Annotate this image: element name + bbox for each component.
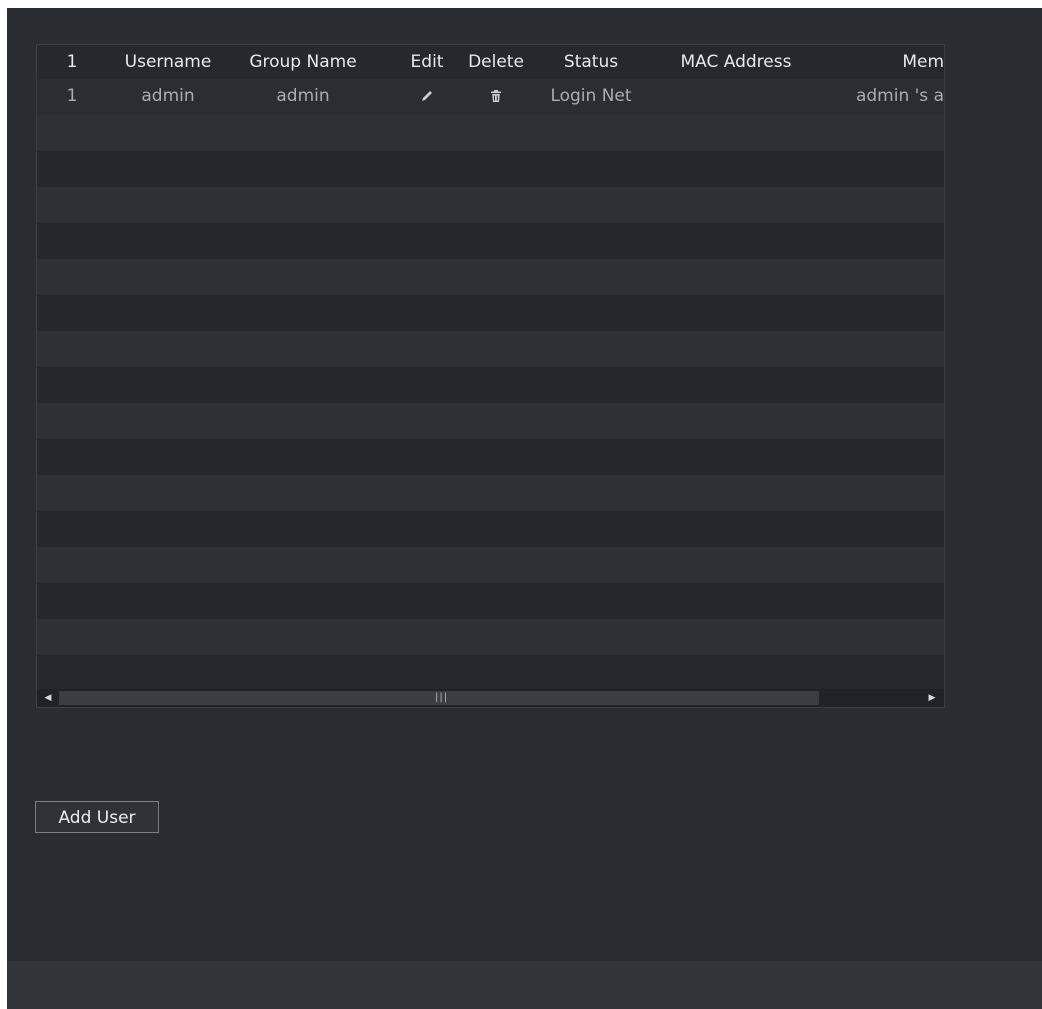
scrollbar-grip-icon[interactable]: |||: [435, 691, 447, 705]
column-header-username[interactable]: Username: [115, 45, 221, 79]
bottom-bar: [7, 961, 1042, 1009]
row-index: 1: [66, 86, 78, 106]
row-mac-address: [661, 79, 811, 113]
pencil-icon: [422, 91, 432, 101]
row-group-name: admin: [276, 86, 330, 106]
table-row: [37, 259, 944, 295]
table-row: [37, 223, 944, 259]
table-header: 1 Username Group Name Edit Delete Status…: [37, 45, 944, 79]
column-header-index[interactable]: 1: [57, 45, 87, 79]
table-row[interactable]: 1 admin admin Login Net admin 's a: [37, 79, 944, 115]
row-memo: admin 's a: [855, 86, 944, 106]
table-row: [37, 475, 944, 511]
scrollbar-track[interactable]: |||: [59, 691, 819, 705]
user-management-panel: 1 Username Group Name Edit Delete Status…: [7, 8, 1042, 1009]
table-row: [37, 115, 944, 151]
row-status: Login Net: [550, 86, 632, 106]
column-header-edit: Edit: [410, 52, 444, 72]
add-user-button[interactable]: Add User: [35, 801, 159, 833]
column-header-memo[interactable]: Mem: [829, 45, 944, 79]
table-row: [37, 547, 944, 583]
user-table: 1 Username Group Name Edit Delete Status…: [36, 44, 945, 708]
table-row: [37, 367, 944, 403]
table-row: [37, 619, 944, 655]
table-row: [37, 331, 944, 367]
table-row: [37, 583, 944, 619]
edit-button[interactable]: [407, 79, 447, 113]
column-header-mac-address[interactable]: MAC Address: [661, 45, 811, 79]
column-header-status[interactable]: Status: [545, 45, 637, 79]
trash-icon: [491, 90, 501, 102]
table-row: [37, 151, 944, 187]
scroll-right-arrow-icon[interactable]: ▶: [925, 691, 939, 705]
table-row: [37, 403, 944, 439]
horizontal-scrollbar[interactable]: ◀ ||| ▶: [37, 689, 944, 707]
table-row: [37, 187, 944, 223]
column-header-delete: Delete: [468, 52, 524, 72]
table-row: [37, 511, 944, 547]
row-username: admin: [141, 86, 195, 106]
table-row: [37, 295, 944, 331]
table-row: [37, 439, 944, 475]
delete-button[interactable]: [463, 79, 529, 113]
column-header-group-name[interactable]: Group Name: [241, 45, 365, 79]
scroll-left-arrow-icon[interactable]: ◀: [41, 691, 55, 705]
